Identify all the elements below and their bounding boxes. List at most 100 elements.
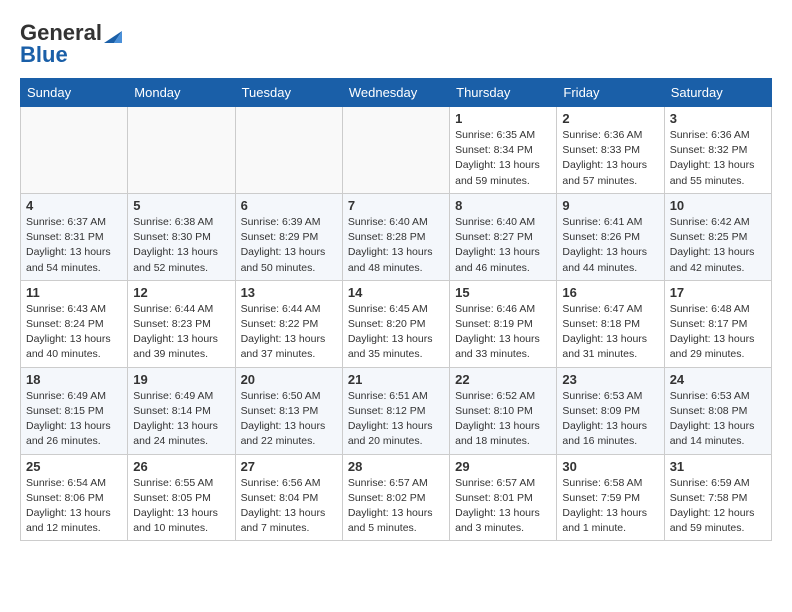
calendar-week-row: 25 Sunrise: 6:54 AM Sunset: 8:06 PM Dayli… bbox=[21, 454, 772, 541]
day-number: 8 bbox=[455, 198, 551, 213]
calendar-week-row: 11Sunrise: 6:43 AM Sunset: 8:24 PM Dayli… bbox=[21, 280, 772, 367]
day-info: Sunrise: 6:44 AM Sunset: 8:22 PM Dayligh… bbox=[241, 302, 337, 363]
day-info: Sunrise: 6:35 AM Sunset: 8:34 PM Dayligh… bbox=[455, 128, 551, 189]
day-cell-31: 31 Sunrise: 6:59 AM Sunset: 7:58 PM Dayli… bbox=[664, 454, 771, 541]
day-info: Sunrise: 6:39 AM Sunset: 8:29 PM Dayligh… bbox=[241, 215, 337, 276]
day-info: Sunrise: 6:41 AM Sunset: 8:26 PM Dayligh… bbox=[562, 215, 658, 276]
day-info: Sunrise: 6:46 AM Sunset: 8:19 PM Dayligh… bbox=[455, 302, 551, 363]
day-info: Sunrise: 6:57 AM Sunset: 8:01 PM Dayligh… bbox=[455, 476, 551, 537]
day-info: Sunrise: 6:44 AM Sunset: 8:23 PM Dayligh… bbox=[133, 302, 229, 363]
day-info: Sunrise: 6:58 AM Sunset: 7:59 PM Dayligh… bbox=[562, 476, 658, 537]
day-number: 10 bbox=[670, 198, 766, 213]
day-number: 15 bbox=[455, 285, 551, 300]
day-cell-21: 21 Sunrise: 6:51 AM Sunset: 8:12 PM Dayli… bbox=[342, 367, 449, 454]
day-info: Sunrise: 6:51 AM Sunset: 8:12 PM Dayligh… bbox=[348, 389, 444, 450]
day-number: 31 bbox=[670, 459, 766, 474]
day-number: 11 bbox=[26, 285, 122, 300]
day-cell-1: 1 Sunrise: 6:35 AM Sunset: 8:34 PM Daylig… bbox=[450, 107, 557, 194]
day-info: Sunrise: 6:54 AM Sunset: 8:06 PM Dayligh… bbox=[26, 476, 122, 537]
day-info: Sunrise: 6:48 AM Sunset: 8:17 PM Dayligh… bbox=[670, 302, 766, 363]
day-info: Sunrise: 6:38 AM Sunset: 8:30 PM Dayligh… bbox=[133, 215, 229, 276]
weekday-header-friday: Friday bbox=[557, 79, 664, 107]
day-number: 28 bbox=[348, 459, 444, 474]
day-info: Sunrise: 6:52 AM Sunset: 8:10 PM Dayligh… bbox=[455, 389, 551, 450]
logo-bird-icon bbox=[104, 23, 122, 43]
day-cell-25: 25 Sunrise: 6:54 AM Sunset: 8:06 PM Dayli… bbox=[21, 454, 128, 541]
day-info: Sunrise: 6:36 AM Sunset: 8:32 PM Dayligh… bbox=[670, 128, 766, 189]
page-container: General Blue SundayMondayTuesdayWednesda… bbox=[20, 20, 772, 541]
day-info: Sunrise: 6:40 AM Sunset: 8:27 PM Dayligh… bbox=[455, 215, 551, 276]
logo: General Blue bbox=[20, 20, 122, 68]
day-info: Sunrise: 6:56 AM Sunset: 8:04 PM Dayligh… bbox=[241, 476, 337, 537]
day-info: Sunrise: 6:37 AM Sunset: 8:31 PM Dayligh… bbox=[26, 215, 122, 276]
day-cell-12: 12Sunrise: 6:44 AM Sunset: 8:23 PM Dayli… bbox=[128, 280, 235, 367]
day-number: 19 bbox=[133, 372, 229, 387]
day-number: 29 bbox=[455, 459, 551, 474]
day-cell-26: 26 Sunrise: 6:55 AM Sunset: 8:05 PM Dayli… bbox=[128, 454, 235, 541]
weekday-header-saturday: Saturday bbox=[664, 79, 771, 107]
day-cell-9: 9 Sunrise: 6:41 AM Sunset: 8:26 PM Daylig… bbox=[557, 193, 664, 280]
day-info: Sunrise: 6:42 AM Sunset: 8:25 PM Dayligh… bbox=[670, 215, 766, 276]
day-cell-6: 6 Sunrise: 6:39 AM Sunset: 8:29 PM Daylig… bbox=[235, 193, 342, 280]
day-info: Sunrise: 6:49 AM Sunset: 8:14 PM Dayligh… bbox=[133, 389, 229, 450]
day-number: 26 bbox=[133, 459, 229, 474]
day-cell-3: 3 Sunrise: 6:36 AM Sunset: 8:32 PM Daylig… bbox=[664, 107, 771, 194]
day-cell-2: 2 Sunrise: 6:36 AM Sunset: 8:33 PM Daylig… bbox=[557, 107, 664, 194]
day-number: 13 bbox=[241, 285, 337, 300]
day-cell-7: 7 Sunrise: 6:40 AM Sunset: 8:28 PM Daylig… bbox=[342, 193, 449, 280]
day-info: Sunrise: 6:49 AM Sunset: 8:15 PM Dayligh… bbox=[26, 389, 122, 450]
calendar-header-row: SundayMondayTuesdayWednesdayThursdayFrid… bbox=[21, 79, 772, 107]
day-cell-19: 19 Sunrise: 6:49 AM Sunset: 8:14 PM Dayli… bbox=[128, 367, 235, 454]
day-number: 5 bbox=[133, 198, 229, 213]
calendar-week-row: 1 Sunrise: 6:35 AM Sunset: 8:34 PM Daylig… bbox=[21, 107, 772, 194]
day-cell-23: 23Sunrise: 6:53 AM Sunset: 8:09 PM Dayli… bbox=[557, 367, 664, 454]
day-number: 4 bbox=[26, 198, 122, 213]
weekday-header-tuesday: Tuesday bbox=[235, 79, 342, 107]
day-number: 16 bbox=[562, 285, 658, 300]
day-cell-8: 8 Sunrise: 6:40 AM Sunset: 8:27 PM Daylig… bbox=[450, 193, 557, 280]
day-cell-17: 17Sunrise: 6:48 AM Sunset: 8:17 PM Dayli… bbox=[664, 280, 771, 367]
calendar-week-row: 18 Sunrise: 6:49 AM Sunset: 8:15 PM Dayli… bbox=[21, 367, 772, 454]
day-cell-18: 18 Sunrise: 6:49 AM Sunset: 8:15 PM Dayli… bbox=[21, 367, 128, 454]
day-number: 27 bbox=[241, 459, 337, 474]
day-cell-27: 27 Sunrise: 6:56 AM Sunset: 8:04 PM Dayli… bbox=[235, 454, 342, 541]
day-info: Sunrise: 6:40 AM Sunset: 8:28 PM Dayligh… bbox=[348, 215, 444, 276]
day-number: 1 bbox=[455, 111, 551, 126]
day-info: Sunrise: 6:50 AM Sunset: 8:13 PM Dayligh… bbox=[241, 389, 337, 450]
day-cell-24: 24Sunrise: 6:53 AM Sunset: 8:08 PM Dayli… bbox=[664, 367, 771, 454]
day-number: 18 bbox=[26, 372, 122, 387]
day-info: Sunrise: 6:47 AM Sunset: 8:18 PM Dayligh… bbox=[562, 302, 658, 363]
calendar-table: SundayMondayTuesdayWednesdayThursdayFrid… bbox=[20, 78, 772, 541]
calendar-week-row: 4 Sunrise: 6:37 AM Sunset: 8:31 PM Daylig… bbox=[21, 193, 772, 280]
day-number: 3 bbox=[670, 111, 766, 126]
day-cell-30: 30Sunrise: 6:58 AM Sunset: 7:59 PM Dayli… bbox=[557, 454, 664, 541]
day-cell-14: 14Sunrise: 6:45 AM Sunset: 8:20 PM Dayli… bbox=[342, 280, 449, 367]
page-header: General Blue bbox=[20, 20, 772, 68]
day-info: Sunrise: 6:57 AM Sunset: 8:02 PM Dayligh… bbox=[348, 476, 444, 537]
day-info: Sunrise: 6:53 AM Sunset: 8:08 PM Dayligh… bbox=[670, 389, 766, 450]
day-cell-16: 16 Sunrise: 6:47 AM Sunset: 8:18 PM Dayli… bbox=[557, 280, 664, 367]
day-number: 7 bbox=[348, 198, 444, 213]
day-info: Sunrise: 6:55 AM Sunset: 8:05 PM Dayligh… bbox=[133, 476, 229, 537]
day-cell-11: 11Sunrise: 6:43 AM Sunset: 8:24 PM Dayli… bbox=[21, 280, 128, 367]
day-cell-13: 13 Sunrise: 6:44 AM Sunset: 8:22 PM Dayli… bbox=[235, 280, 342, 367]
day-cell-15: 15 Sunrise: 6:46 AM Sunset: 8:19 PM Dayli… bbox=[450, 280, 557, 367]
day-number: 2 bbox=[562, 111, 658, 126]
day-cell-22: 22Sunrise: 6:52 AM Sunset: 8:10 PM Dayli… bbox=[450, 367, 557, 454]
day-number: 25 bbox=[26, 459, 122, 474]
day-number: 21 bbox=[348, 372, 444, 387]
day-cell-5: 5 Sunrise: 6:38 AM Sunset: 8:30 PM Daylig… bbox=[128, 193, 235, 280]
day-info: Sunrise: 6:36 AM Sunset: 8:33 PM Dayligh… bbox=[562, 128, 658, 189]
day-number: 20 bbox=[241, 372, 337, 387]
day-cell-28: 28 Sunrise: 6:57 AM Sunset: 8:02 PM Dayli… bbox=[342, 454, 449, 541]
weekday-header-thursday: Thursday bbox=[450, 79, 557, 107]
day-cell-10: 10 Sunrise: 6:42 AM Sunset: 8:25 PM Dayli… bbox=[664, 193, 771, 280]
day-number: 9 bbox=[562, 198, 658, 213]
day-info: Sunrise: 6:45 AM Sunset: 8:20 PM Dayligh… bbox=[348, 302, 444, 363]
empty-cell bbox=[128, 107, 235, 194]
day-info: Sunrise: 6:59 AM Sunset: 7:58 PM Dayligh… bbox=[670, 476, 766, 537]
day-cell-29: 29 Sunrise: 6:57 AM Sunset: 8:01 PM Dayli… bbox=[450, 454, 557, 541]
weekday-header-wednesday: Wednesday bbox=[342, 79, 449, 107]
day-number: 6 bbox=[241, 198, 337, 213]
weekday-header-sunday: Sunday bbox=[21, 79, 128, 107]
